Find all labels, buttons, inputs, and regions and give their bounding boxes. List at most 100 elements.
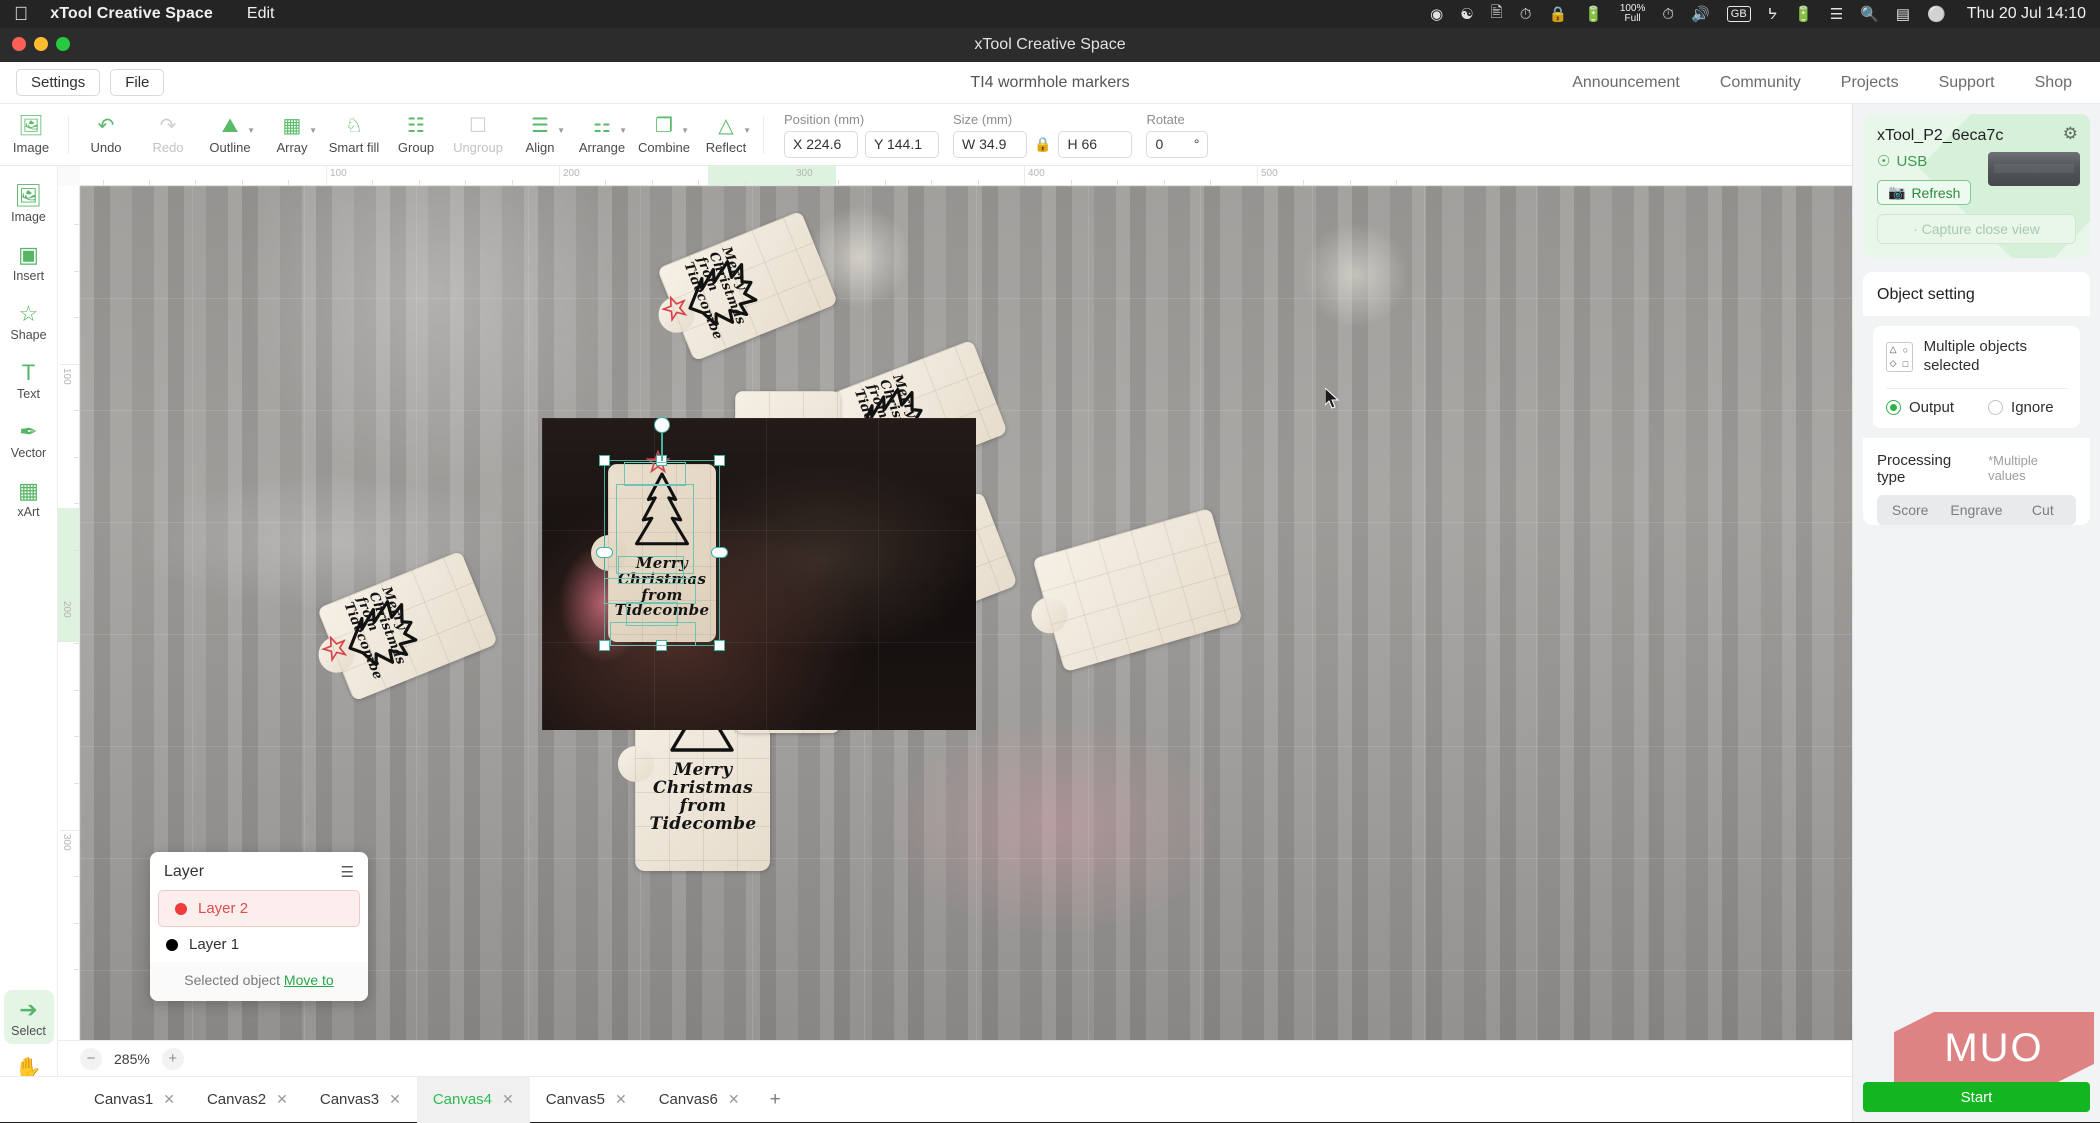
rail-item-select[interactable]: ➔ Select: [4, 990, 54, 1044]
toolbar-combine-button[interactable]: ❐ ▼ Combine: [633, 104, 695, 166]
bluetooth-icon[interactable]: ᔭ: [1768, 5, 1777, 23]
nav-community[interactable]: Community: [1720, 74, 1801, 92]
tab-canvas6[interactable]: Canvas6 ✕: [643, 1077, 756, 1123]
zoom-out-button[interactable]: −: [80, 1048, 102, 1070]
tab-canvas2[interactable]: Canvas2 ✕: [191, 1077, 304, 1123]
rail-item-vector[interactable]: ✒ Vector: [4, 412, 54, 466]
lock-icon[interactable]: 🔒: [1548, 5, 1567, 23]
chevron-down-icon[interactable]: ▼: [681, 126, 689, 135]
close-icon[interactable]: ✕: [728, 1091, 740, 1108]
toolbar-undo-button[interactable]: ↶ Undo: [75, 104, 137, 166]
layer-row-layer1[interactable]: Layer 1: [150, 927, 368, 962]
nav-announcement[interactable]: Announcement: [1572, 74, 1680, 92]
toolbar-outline-button[interactable]: ⛰ ▼ Outline: [199, 104, 261, 166]
minimize-window-button[interactable]: [34, 37, 48, 51]
radio-ignore[interactable]: Ignore: [1988, 399, 2054, 416]
horizontal-ruler[interactable]: 100 200 300 400 500: [80, 166, 1852, 186]
resize-handle-top-left[interactable]: [599, 455, 610, 466]
start-button[interactable]: Start: [1863, 1082, 2090, 1112]
toolbar-ungroup-button[interactable]: ☐ Ungroup: [447, 104, 509, 166]
tab-score[interactable]: Score: [1877, 495, 1943, 525]
capture-close-view-button[interactable]: · Capture close view: [1877, 214, 2076, 244]
rail-item-xart[interactable]: ▦ xArt: [4, 471, 54, 525]
menubar-clock[interactable]: Thu 20 Jul 14:10: [1967, 5, 2086, 23]
vertical-ruler[interactable]: 100 200 300: [58, 186, 80, 1076]
size-width-input[interactable]: W 34.9: [953, 131, 1027, 158]
lock-icon[interactable]: 🔒: [1034, 136, 1051, 153]
battery-charging-icon[interactable]: 🔋: [1794, 5, 1813, 23]
toolbar-redo-button[interactable]: ↷ Redo: [137, 104, 199, 166]
tab-engrave[interactable]: Engrave: [1943, 495, 2009, 525]
position-y-input[interactable]: Y 144.1: [865, 131, 939, 158]
toolbar-arrange-button[interactable]: ⚏ ▼ Arrange: [571, 104, 633, 166]
rail-item-text[interactable]: T Text: [4, 353, 54, 407]
resize-handle-bottom-right[interactable]: [714, 640, 725, 651]
close-icon[interactable]: ✕: [502, 1091, 514, 1108]
tab-canvas5[interactable]: Canvas5 ✕: [530, 1077, 643, 1123]
usb-icon: ☉: [1877, 152, 1890, 170]
rotation-handle[interactable]: [654, 417, 670, 433]
menubar-app-name[interactable]: xTool Creative Space: [50, 5, 213, 23]
rotate-input[interactable]: 0 °: [1146, 131, 1208, 158]
search-icon[interactable]: 🔍: [1860, 5, 1879, 23]
screenshot-icon[interactable]: 🖹: [1491, 2, 1503, 27]
chevron-down-icon[interactable]: ▼: [309, 126, 317, 135]
capsule-icon[interactable]: ◉: [1430, 5, 1443, 23]
chevron-down-icon[interactable]: ▼: [743, 126, 751, 135]
toolbar-align-button[interactable]: ☰ ▼ Align: [509, 104, 571, 166]
resize-handle-right[interactable]: [711, 547, 728, 558]
chevron-down-icon[interactable]: ▼: [247, 126, 255, 135]
tab-canvas3[interactable]: Canvas3 ✕: [304, 1077, 417, 1123]
chevron-down-icon[interactable]: ▼: [619, 126, 627, 135]
apple-icon[interactable]: : [14, 5, 28, 24]
resize-handle-left[interactable]: [596, 547, 613, 558]
close-icon[interactable]: ✕: [163, 1091, 175, 1108]
close-icon[interactable]: ✕: [276, 1091, 288, 1108]
rail-item-shape[interactable]: ☆ Shape: [4, 294, 54, 348]
tab-cut[interactable]: Cut: [2010, 495, 2076, 525]
position-x-input[interactable]: X 224.6: [784, 131, 858, 158]
maximize-window-button[interactable]: [56, 37, 70, 51]
add-canvas-button[interactable]: +: [756, 1089, 795, 1111]
size-height-input[interactable]: H 66: [1058, 131, 1132, 158]
layer-row-layer2[interactable]: Layer 2: [158, 890, 360, 927]
volume-icon[interactable]: 🔊: [1691, 5, 1710, 23]
controlcenter-icon[interactable]: ▤: [1896, 5, 1910, 23]
nav-support[interactable]: Support: [1939, 74, 1995, 92]
toolbar-reflect-button[interactable]: △ ▼ Reflect: [695, 104, 757, 166]
shell-icon[interactable]: ☯: [1460, 5, 1473, 23]
rail-item-insert[interactable]: ▣ Insert: [4, 235, 54, 289]
refresh-button[interactable]: 📷 Refresh: [1877, 180, 1971, 205]
tab-canvas1[interactable]: Canvas1 ✕: [78, 1077, 191, 1123]
siri-icon[interactable]: ⚪: [1927, 5, 1946, 23]
rail-item-image[interactable]: 🖼 Image: [4, 176, 54, 230]
nav-shop[interactable]: Shop: [2035, 74, 2072, 92]
wifi-icon[interactable]: ☰: [1830, 5, 1843, 23]
toolbar-smartfill-button[interactable]: ♘ Smart fill: [323, 104, 385, 166]
zoom-in-button[interactable]: +: [162, 1048, 184, 1070]
toolbar-array-button[interactable]: ▦ ▼ Array: [261, 104, 323, 166]
input-source-indicator[interactable]: GB: [1727, 6, 1751, 22]
resize-handle-top-right[interactable]: [714, 455, 725, 466]
move-to-link[interactable]: Move to: [284, 972, 334, 988]
resize-handle-bottom-left[interactable]: [599, 640, 610, 651]
canvas-area[interactable]: 100 200 300 400 500 100 200 300: [58, 166, 1852, 1076]
tab-canvas4[interactable]: Canvas4 ✕: [417, 1077, 530, 1123]
close-icon[interactable]: ✕: [389, 1091, 401, 1108]
power-icon[interactable]: ⏱: [1662, 6, 1674, 23]
battery-icon[interactable]: 🔋: [1584, 5, 1603, 23]
nav-projects[interactable]: Projects: [1841, 74, 1899, 92]
toolbar-group-button[interactable]: ☷ Group: [385, 104, 447, 166]
layer-panel[interactable]: Layer ☰ Layer 2 Layer 1 Selected object …: [150, 852, 368, 1001]
chevron-down-icon[interactable]: ▼: [557, 126, 565, 135]
settings-button[interactable]: Settings: [16, 69, 100, 96]
file-button[interactable]: File: [110, 69, 164, 96]
close-window-button[interactable]: [12, 37, 26, 51]
gear-icon[interactable]: ⚙: [2063, 124, 2078, 144]
timemachine-icon[interactable]: ⏱: [1520, 6, 1532, 23]
layer-options-icon[interactable]: ☰: [341, 863, 354, 881]
menubar-item-edit[interactable]: Edit: [247, 5, 275, 23]
toolbar-image-button[interactable]: 🖼 Image: [0, 104, 62, 166]
radio-output[interactable]: Output: [1886, 399, 1954, 416]
close-icon[interactable]: ✕: [615, 1091, 627, 1108]
